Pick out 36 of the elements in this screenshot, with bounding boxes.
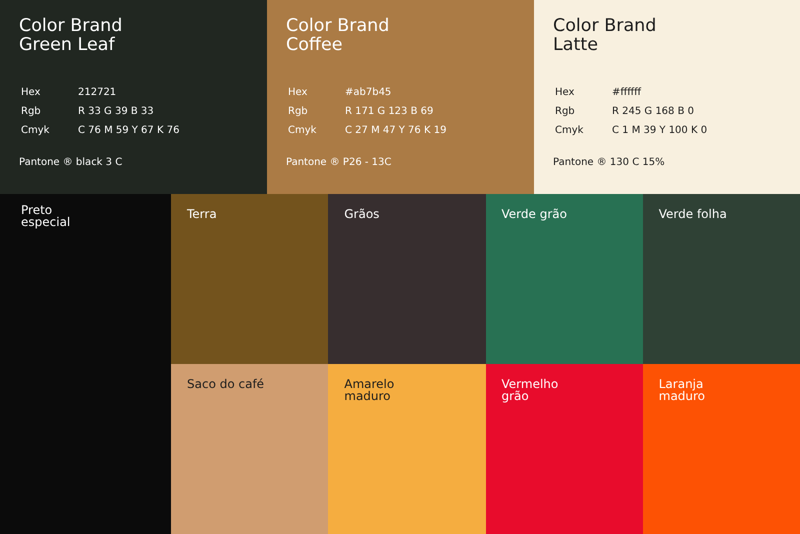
swatch-label: Terra	[187, 208, 218, 220]
spec-label: Rgb	[555, 105, 576, 118]
swatch-label: Saco do café	[187, 378, 266, 390]
card-title: Color Brand	[553, 17, 658, 36]
swatch-label: Amarelo maduro	[344, 378, 396, 402]
spec-label: Hex	[21, 86, 42, 99]
color-name: Latte	[553, 36, 599, 55]
spec-value: #ffffff	[612, 86, 642, 99]
swatch-label: Verde folha	[658, 208, 728, 220]
swatch-label: Vermelho grão	[502, 378, 560, 402]
spec-label: Cmyk	[21, 124, 50, 137]
spec-value: 212721	[78, 86, 116, 99]
spec-value: #ab7b45	[345, 86, 392, 99]
swatch-label: Grãos	[344, 208, 380, 220]
pantone-code: Pantone ® P26 - 13C	[286, 156, 392, 169]
spec-value: C 1 M 39 Y 100 K 0	[612, 124, 708, 137]
swatch-label: Preto especial	[21, 204, 72, 228]
swatch-label: Laranja maduro	[658, 378, 706, 402]
spec-value: R 171 G 123 B 69	[345, 105, 434, 118]
spec-label: Cmyk	[555, 124, 584, 137]
pantone-code: Pantone ® 130 C 15%	[553, 156, 666, 169]
spec-value: C 27 M 47 Y 76 K 19	[345, 124, 446, 137]
color-name: Coffee	[286, 36, 344, 55]
spec-value: C 76 M 59 Y 67 K 76	[78, 124, 180, 137]
spec-value: R 245 G 168 B 0	[612, 105, 694, 118]
card-title: Color Brand	[286, 17, 390, 36]
pantone-code: Pantone ® black 3 C	[19, 156, 124, 169]
spec-label: Hex	[555, 86, 576, 99]
card-title: Color Brand	[19, 17, 124, 36]
spec-label: Cmyk	[288, 124, 318, 137]
swatch-label: Verde grão	[502, 208, 568, 220]
spec-label: Hex	[288, 86, 308, 99]
spec-label: Rgb	[288, 105, 309, 118]
spec-label: Rgb	[21, 105, 42, 118]
spec-value: R 33 G 39 B 33	[78, 105, 154, 118]
color-name: Green Leaf	[19, 36, 116, 55]
